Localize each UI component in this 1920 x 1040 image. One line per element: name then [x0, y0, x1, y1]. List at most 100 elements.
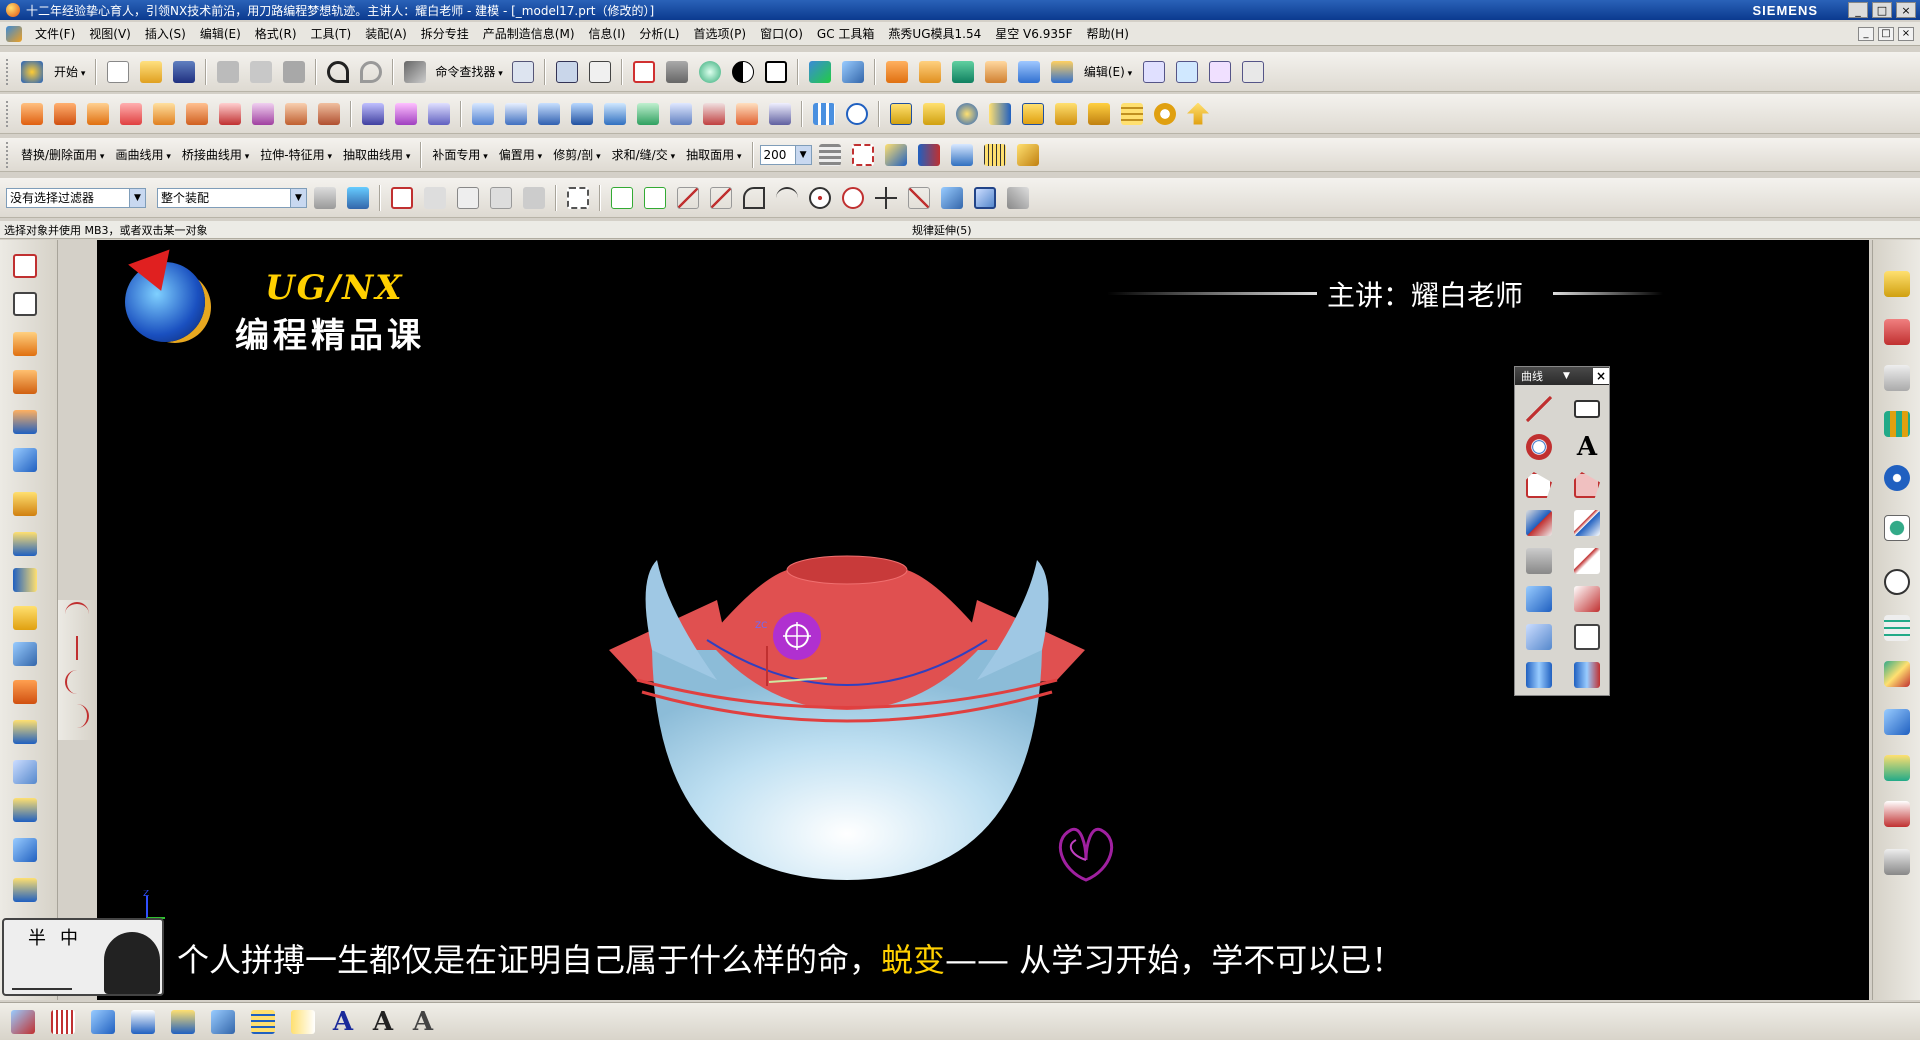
chevron-down-icon[interactable]: ▼: [290, 188, 306, 207]
surface-icon-10[interactable]: [765, 99, 795, 129]
layer-settings-icon[interactable]: [246, 1007, 280, 1037]
text-tool-icon[interactable]: A: [1569, 431, 1605, 463]
edit-surface-icon-4[interactable]: [1238, 57, 1268, 87]
move-object-icon[interactable]: [805, 57, 835, 87]
mold-icon-6[interactable]: [1051, 99, 1081, 129]
datum-csys-icon[interactable]: [6, 1007, 40, 1037]
constraint-navigator-icon[interactable]: [1881, 316, 1913, 348]
delete-face-icon[interactable]: [215, 99, 245, 129]
extract-curve-menu[interactable]: 抽取曲线用: [339, 146, 414, 163]
shaded-view-icon[interactable]: [662, 57, 692, 87]
box-view-icon[interactable]: [970, 183, 1000, 213]
menu-window[interactable]: 窗口(O): [753, 25, 810, 42]
zoom-combo[interactable]: 200 ▼: [759, 144, 812, 165]
maximize-button[interactable]: □: [1872, 2, 1892, 18]
point-set-icon[interactable]: [166, 1007, 200, 1037]
rectangle-select-icon[interactable]: [563, 183, 593, 213]
menu-split[interactable]: 拆分专挂: [414, 25, 476, 42]
hole-icon[interactable]: [10, 408, 40, 436]
line-icon[interactable]: [673, 183, 703, 213]
transform-icon[interactable]: [838, 57, 868, 87]
offset-face-icon[interactable]: [182, 99, 212, 129]
unite-icon[interactable]: [17, 99, 47, 129]
isoparametric-tool-icon[interactable]: [1521, 621, 1557, 653]
extrude-icon[interactable]: [10, 330, 40, 358]
tools-icon[interactable]: [1003, 183, 1033, 213]
line-tool-icon[interactable]: [1521, 393, 1557, 425]
menu-view[interactable]: 视图(V): [82, 25, 138, 42]
mdi-minimize-button[interactable]: _: [1858, 26, 1874, 41]
graphics-window[interactable]: UG/NX 编程精品课 主讲：耀白老师 ZC Z 个人拼搏一生都仅是在证明自己属…: [97, 240, 1869, 1000]
menu-preferences[interactable]: 首选项(P): [686, 25, 753, 42]
replace-face-icon[interactable]: [248, 99, 278, 129]
snap-icon[interactable]: [848, 140, 878, 170]
through-curves-icon[interactable]: [10, 566, 40, 594]
text-size-icon[interactable]: A: [406, 1007, 440, 1037]
part-navigator-side-icon[interactable]: [1881, 362, 1913, 394]
crosshair-icon[interactable]: [871, 183, 901, 213]
revolve-icon[interactable]: [10, 368, 40, 396]
command-finder-button[interactable]: 命令查找器: [433, 63, 504, 80]
menu-yanxiu-mold[interactable]: 燕秀UG模具1.54: [881, 25, 988, 42]
menu-gc-toolkit[interactable]: GC 工具箱: [810, 25, 882, 42]
background-icon[interactable]: [761, 57, 791, 87]
curve-palette-header[interactable]: 曲线 ▼ ×: [1515, 367, 1609, 385]
undo-selection-icon[interactable]: [420, 183, 450, 213]
silhouette-tool-icon[interactable]: [1569, 621, 1605, 653]
open-folder-icon[interactable]: [136, 57, 166, 87]
nx-app-icon[interactable]: [6, 3, 20, 17]
select-face-icon[interactable]: [453, 183, 483, 213]
polygon-tool-icon[interactable]: [1521, 469, 1557, 501]
subtract-icon[interactable]: [50, 99, 80, 129]
minimize-button[interactable]: _: [1848, 2, 1868, 18]
snap-midpoint-icon[interactable]: [640, 183, 670, 213]
arrow-up-icon[interactable]: [1183, 99, 1213, 129]
feature-icon-3[interactable]: [948, 57, 978, 87]
intersect-icon[interactable]: [83, 99, 113, 129]
feature-icon-4[interactable]: [981, 57, 1011, 87]
menu-insert[interactable]: 插入(S): [138, 25, 193, 42]
surface-icon-2[interactable]: [501, 99, 531, 129]
system-scene-icon[interactable]: [1881, 798, 1913, 830]
bridge-surface-icon[interactable]: [424, 99, 454, 129]
surface-icon-7[interactable]: [666, 99, 696, 129]
mold-icon-2[interactable]: [919, 99, 949, 129]
move-face-icon[interactable]: [281, 99, 311, 129]
split-body-icon[interactable]: [149, 99, 179, 129]
layer-icon[interactable]: [815, 140, 845, 170]
sweep-icon[interactable]: [10, 640, 40, 668]
curve-tool-icon-3[interactable]: [62, 668, 92, 696]
ruler-icon[interactable]: [980, 140, 1010, 170]
angle-ruler-icon[interactable]: [1013, 140, 1043, 170]
surface-icon-9[interactable]: [732, 99, 762, 129]
undo-icon[interactable]: [323, 57, 353, 87]
trim-body-icon[interactable]: [116, 99, 146, 129]
replace-delete-face-menu[interactable]: 替换/删除面用: [17, 146, 108, 163]
new-file-icon[interactable]: [103, 57, 133, 87]
menu-format[interactable]: 格式(R): [248, 25, 304, 42]
extract-face-menu[interactable]: 抽取面用: [682, 146, 745, 163]
curve-tool-icon-1[interactable]: [62, 600, 92, 628]
menu-pmi[interactable]: 产品制造信息(M): [476, 25, 582, 42]
rectangle-tool-icon[interactable]: [1569, 393, 1605, 425]
tangent-line-icon[interactable]: [904, 183, 934, 213]
type-filter-combo[interactable]: 没有选择过滤器 ▼: [6, 187, 146, 208]
datum-plane-icon[interactable]: [46, 1007, 80, 1037]
datum-axis-icon[interactable]: [86, 1007, 120, 1037]
mirror-icon[interactable]: [10, 758, 40, 786]
patch-icon[interactable]: [391, 99, 421, 129]
arc-icon[interactable]: [739, 183, 769, 213]
intersect-curve-tool-icon[interactable]: [1521, 583, 1557, 615]
mold-icon-3[interactable]: [952, 99, 982, 129]
surface-point-icon[interactable]: [937, 183, 967, 213]
menu-edit[interactable]: 编辑(E): [193, 25, 248, 42]
combined-curve-tool-icon[interactable]: [1569, 545, 1605, 577]
edit-surface-icon-3[interactable]: [1205, 57, 1235, 87]
toolbar-grip[interactable]: [6, 100, 10, 127]
palette-icon[interactable]: [1881, 846, 1913, 878]
shell-icon[interactable]: [10, 604, 40, 632]
arc-2-icon[interactable]: [772, 183, 802, 213]
fit-view-icon[interactable]: [629, 57, 659, 87]
book-icon[interactable]: [286, 1007, 320, 1037]
paste-icon[interactable]: [279, 57, 309, 87]
